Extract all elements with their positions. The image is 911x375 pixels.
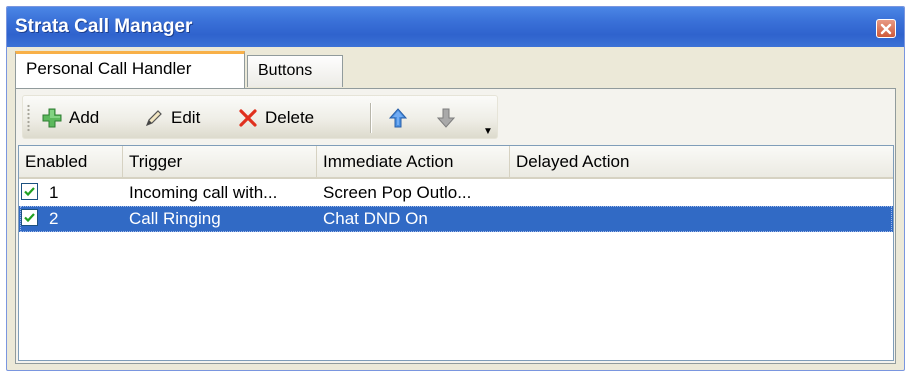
tab-personal-call-handler[interactable]: Personal Call Handler: [15, 51, 245, 89]
edit-label: Edit: [171, 108, 201, 127]
enabled-checkbox[interactable]: [21, 183, 38, 200]
chevron-down-icon[interactable]: ▼: [483, 126, 493, 137]
add-label: Add: [69, 108, 100, 127]
immediate-action-cell: Screen Pop Outlo...: [323, 183, 472, 202]
trigger-cell: Call Ringing: [129, 209, 221, 228]
tab-buttons[interactable]: Buttons: [247, 55, 343, 87]
close-button[interactable]: [876, 19, 896, 38]
table-row[interactable]: 1 Incoming call with... Screen Pop Outlo…: [19, 180, 893, 206]
window-title: Strata Call Manager: [15, 16, 193, 37]
delete-label: Delete: [265, 108, 315, 127]
pencil-icon: [143, 107, 165, 129]
move-up-button[interactable]: [387, 104, 409, 132]
arrow-up-icon: [387, 107, 409, 129]
move-down-button[interactable]: [435, 104, 457, 132]
toolbar-grip[interactable]: [27, 104, 30, 132]
row-number: 2: [49, 209, 59, 228]
plus-icon: [41, 107, 63, 129]
add-button[interactable]: Add: [41, 104, 99, 132]
close-icon: [880, 23, 892, 35]
x-icon: [237, 107, 259, 129]
column-header-delayed-action[interactable]: Delayed Action: [510, 146, 893, 177]
tab-label: Personal Call Handler: [26, 59, 192, 78]
arrow-down-icon: [435, 107, 457, 129]
tab-strip: Personal Call Handler Buttons: [7, 47, 904, 89]
toolbar-separator: [370, 103, 371, 133]
column-header-enabled[interactable]: Enabled: [19, 146, 123, 177]
column-header-immediate-action[interactable]: Immediate Action: [317, 146, 510, 177]
toolbar: Add Edit Delete ▼: [22, 95, 498, 139]
edit-button[interactable]: Edit: [143, 104, 200, 132]
delete-button[interactable]: Delete: [237, 104, 314, 132]
trigger-cell: Incoming call with...: [129, 183, 278, 202]
row-number: 1: [49, 183, 59, 202]
table-row-selected[interactable]: 2 Call Ringing Chat DND On: [19, 206, 893, 232]
personal-call-handler-panel: Add Edit Delete ▼ Enabled Trigger Immedi…: [15, 89, 896, 364]
immediate-action-cell: Chat DND On: [323, 209, 428, 228]
tab-label: Buttons: [258, 62, 313, 79]
enabled-checkbox[interactable]: [21, 209, 38, 226]
column-header-trigger[interactable]: Trigger: [123, 146, 317, 177]
grid-header: Enabled Trigger Immediate Action Delayed…: [19, 146, 893, 179]
title-bar[interactable]: Strata Call Manager: [7, 7, 904, 47]
strata-call-manager-window: Strata Call Manager Personal Call Handle…: [6, 6, 905, 371]
call-handler-grid: Enabled Trigger Immediate Action Delayed…: [18, 145, 894, 361]
